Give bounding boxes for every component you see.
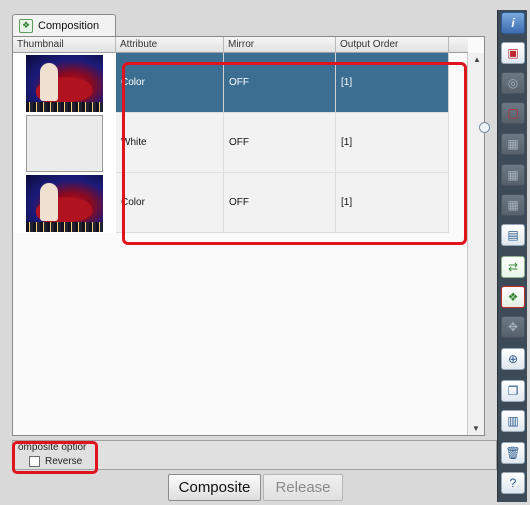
help-icon[interactable]: i — [501, 12, 525, 34]
right-toolbar: i ▣ ◎ ▢ ▦ ▦ ▦ ▤ ⇄ ❖ ✥ ⊕ ❐ ▥ 🗑 ? — [497, 10, 527, 502]
color-thumbnail-image — [26, 174, 103, 232]
composition-window: ❖ Composition Thumbnail Attribute Mirror… — [0, 0, 530, 505]
output-order-cell[interactable]: [1] — [336, 53, 449, 113]
composition-icon[interactable]: ❖ — [501, 286, 525, 308]
thumbnail-cell — [13, 53, 116, 113]
composite-options-group: omposite optior Reverse — [12, 440, 497, 470]
swap-icon[interactable]: ⇄ — [501, 256, 525, 278]
composition-icon: ❖ — [19, 18, 33, 33]
mirror-cell[interactable]: OFF — [224, 113, 336, 173]
attribute-cell[interactable]: Color — [116, 173, 224, 233]
trash-icon[interactable]: 🗑 — [501, 442, 525, 464]
column-header-output-order[interactable]: Output Order — [336, 37, 449, 53]
scroll-down-icon[interactable]: ▼ — [472, 424, 480, 433]
tab-label: Composition — [38, 19, 100, 32]
image-table: Thumbnail Attribute Mirror Output Order … — [12, 36, 485, 436]
copy-icon[interactable]: ❐ — [501, 380, 525, 402]
rotate-icon[interactable]: ⊕ — [501, 348, 525, 370]
table-row[interactable]: Color OFF [1] — [13, 173, 468, 233]
table-header: Thumbnail Attribute Mirror Output Order — [13, 37, 468, 53]
image-list-icon[interactable]: ▤ — [501, 224, 525, 246]
mirror-cell[interactable]: OFF — [224, 53, 336, 113]
splitter-handle[interactable] — [479, 122, 490, 133]
table-rows: Color OFF [1] White OFF [1] Color OFF [1… — [13, 53, 468, 233]
output-order-cell[interactable]: [1] — [336, 113, 449, 173]
disabled-icon: ◎ — [501, 72, 525, 94]
composite-button[interactable]: Composite — [168, 474, 261, 501]
thumbnail-cell — [13, 113, 116, 173]
reverse-checkbox[interactable] — [29, 456, 40, 467]
column-header-attribute[interactable]: Attribute — [116, 37, 224, 53]
color-thumbnail-image — [26, 54, 103, 112]
stack-icon: ▦ — [501, 133, 525, 155]
add-layer-icon[interactable]: ▣ — [501, 42, 525, 64]
vertical-scrollbar[interactable]: ▲ ▼ — [467, 53, 484, 435]
help-cursor-icon[interactable]: ? — [501, 472, 525, 494]
column-header-mirror[interactable]: Mirror — [224, 37, 336, 53]
red-frame-icon: ▢ — [501, 102, 525, 124]
layout-icon[interactable]: ▥ — [501, 410, 525, 432]
tab-composition[interactable]: ❖ Composition — [12, 14, 116, 36]
composite-options-title: omposite optior — [18, 442, 87, 453]
scroll-up-icon[interactable]: ▲ — [473, 55, 481, 64]
stack-alt2-icon: ▦ — [501, 194, 525, 216]
stack-alt-icon: ▦ — [501, 164, 525, 186]
attribute-cell[interactable]: White — [116, 113, 224, 173]
output-order-cell[interactable]: [1] — [336, 173, 449, 233]
release-button[interactable]: Release — [263, 474, 343, 501]
mirror-cell[interactable]: OFF — [224, 173, 336, 233]
reverse-option[interactable]: Reverse — [29, 456, 82, 467]
table-row[interactable]: White OFF [1] — [13, 113, 468, 173]
reverse-label: Reverse — [45, 456, 83, 467]
thumbnail-cell — [13, 173, 116, 233]
attribute-cell[interactable]: Color — [116, 53, 224, 113]
white-thumbnail-image — [26, 114, 103, 172]
column-header-thumbnail[interactable]: Thumbnail — [13, 37, 116, 53]
table-row[interactable]: Color OFF [1] — [13, 53, 468, 113]
move-icon: ✥ — [501, 316, 525, 338]
